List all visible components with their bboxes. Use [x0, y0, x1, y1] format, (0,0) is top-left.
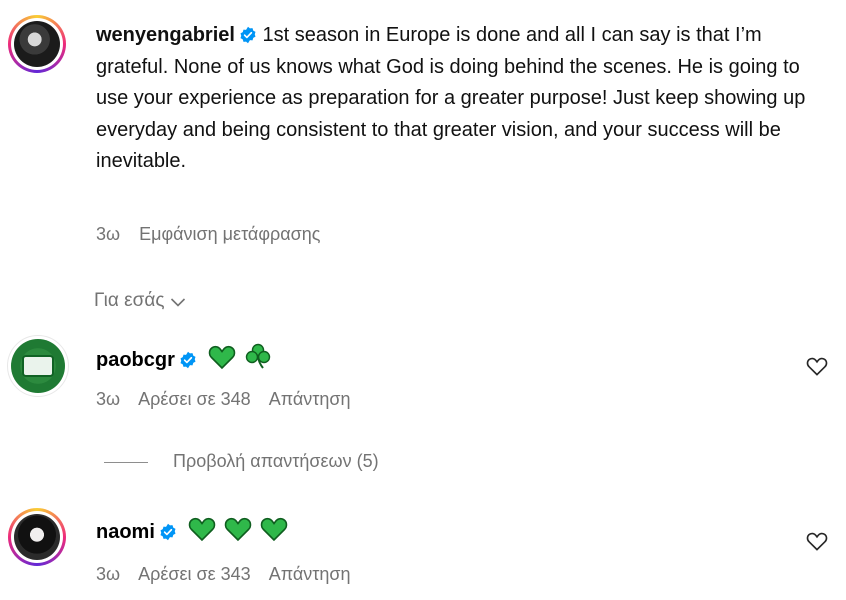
comment-avatar-paobcgr[interactable]	[7, 335, 69, 397]
likes-count-link[interactable]: Αρέσει σε 343	[138, 564, 251, 584]
shamrock-icon	[245, 343, 271, 369]
like-comment-heart-icon[interactable]	[806, 356, 828, 376]
see-translation-link[interactable]: Εμφάνιση μετάφρασης	[139, 224, 320, 244]
chevron-down-icon	[171, 298, 186, 307]
caption-time: 3ω	[96, 224, 121, 244]
caption-username[interactable]: wenyengabriel	[96, 24, 235, 46]
comment-username[interactable]: paobcgr	[96, 349, 175, 371]
reply-button[interactable]: Απάντηση	[269, 564, 351, 584]
comment-username[interactable]: naomi	[96, 521, 155, 543]
comment-meta: 3ω Αρέσει σε 348 Απάντηση	[96, 389, 365, 410]
sort-filter[interactable]: Για εσάς	[94, 290, 186, 312]
verified-badge-icon	[180, 351, 196, 369]
view-replies-button[interactable]: Προβολή απαντήσεων (5)	[173, 451, 379, 472]
replies-divider	[104, 462, 148, 463]
caption: wenyengabriel 1st season in Europe is do…	[96, 20, 816, 178]
comment-time: 3ω	[96, 564, 121, 584]
green-heart-icon	[260, 517, 287, 542]
comment-time: 3ω	[96, 389, 121, 409]
comment-meta: 3ω Αρέσει σε 343 Απάντηση	[96, 564, 365, 585]
verified-badge-icon	[240, 26, 256, 44]
like-comment-heart-icon[interactable]	[806, 531, 828, 551]
caption-text: 1st season in Europe is done and all I c…	[96, 24, 806, 172]
comment-avatar-naomi[interactable]	[8, 508, 66, 566]
comment-header: paobcgr	[96, 342, 272, 372]
caption-meta: 3ω Εμφάνιση μετάφρασης	[96, 224, 334, 245]
comment-header: naomi	[96, 516, 288, 544]
sort-filter-label: Για εσάς	[94, 290, 165, 311]
caption-author-avatar[interactable]	[8, 15, 66, 73]
green-heart-icon	[189, 517, 216, 542]
verified-badge-icon	[160, 523, 176, 541]
green-heart-icon	[224, 517, 252, 542]
reply-button[interactable]: Απάντηση	[269, 389, 351, 409]
likes-count-link[interactable]: Αρέσει σε 348	[138, 389, 251, 409]
green-heart-icon	[209, 345, 236, 370]
